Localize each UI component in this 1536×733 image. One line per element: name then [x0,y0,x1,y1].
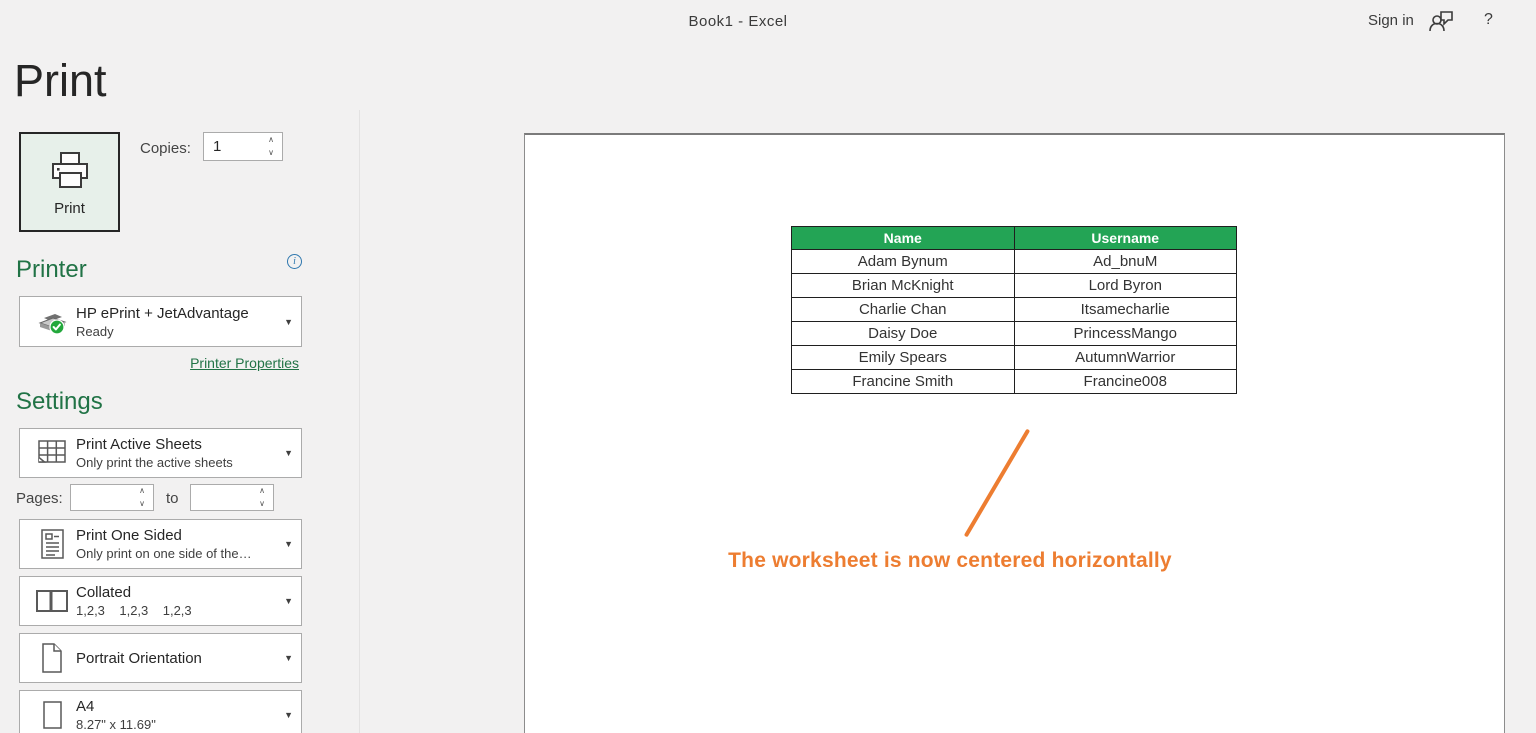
one-sided-page-icon [28,527,76,561]
panel-divider [359,110,360,733]
table-cell: Charlie Chan [792,298,1015,322]
pages-to-up-arrow[interactable]: ∧ [251,485,273,498]
table-cell: PrincessMango [1014,322,1237,346]
copies-up-arrow[interactable]: ∧ [260,133,282,147]
print-what-subtitle: Only print the active sheets [76,455,280,470]
portrait-page-icon [28,641,76,675]
copies-down-arrow[interactable]: ∨ [260,147,282,161]
printer-icon [47,150,93,192]
collation-select[interactable]: Collated 1,2,3 1,2,3 1,2,3 ▼ [19,576,302,626]
table-cell: Ad_bnuM [1014,250,1237,274]
print-what-select[interactable]: Print Active Sheets Only print the activ… [19,428,302,478]
print-preview-page: Name Username Adam BynumAd_bnuMBrian McK… [524,133,1505,733]
table-row: Emily SpearsAutumnWarrior [792,346,1237,370]
duplex-title: Print One Sided [76,527,280,544]
table-cell: Emily Spears [792,346,1015,370]
table-row: Charlie ChanItsamecharlie [792,298,1237,322]
annotation-arrow-line [964,429,1030,538]
table-cell: Francine008 [1014,370,1237,394]
chevron-down-icon: ▼ [280,596,293,606]
chevron-down-icon: ▼ [280,710,293,720]
table-header-row: Name Username [792,227,1237,250]
window-title: Book1 - Excel [0,13,1476,30]
pages-from-input[interactable] [71,485,131,510]
pages-to-stepper[interactable]: ∧ ∨ [190,484,274,511]
orientation-title: Portrait Orientation [76,650,280,667]
chevron-down-icon: ▼ [280,448,293,458]
collation-title: Collated [76,584,280,601]
printer-status: Ready [76,324,280,339]
info-icon[interactable]: i [287,254,302,269]
preview-table: Name Username Adam BynumAd_bnuMBrian McK… [791,226,1237,394]
pages-label: Pages: [16,490,63,507]
chevron-down-icon: ▼ [280,653,293,663]
sign-in-link[interactable]: Sign in [1368,12,1414,29]
sheet-grid-icon [28,438,76,468]
header-name: Name [792,227,1015,250]
table-row: Daisy DoePrincessMango [792,322,1237,346]
printer-device-icon [28,308,76,336]
paper-size-icon [28,699,76,731]
copies-label: Copies: [140,140,191,157]
printer-properties-link[interactable]: Printer Properties [19,355,299,371]
table-cell: Francine Smith [792,370,1015,394]
duplex-select[interactable]: Print One Sided Only print on one side o… [19,519,302,569]
printer-section-heading: Printer [16,256,87,284]
title-bar: Book1 - Excel Sign in ? [0,0,1536,45]
annotation-text: The worksheet is now centered horizontal… [715,549,1185,573]
table-row: Adam BynumAd_bnuM [792,250,1237,274]
collated-book-icon [28,587,76,615]
collation-subtitle: 1,2,3 1,2,3 1,2,3 [76,603,280,618]
printer-name: HP ePrint + JetAdvantage [76,305,280,322]
table-row: Francine SmithFrancine008 [792,370,1237,394]
table-cell: Lord Byron [1014,274,1237,298]
pages-from-stepper[interactable]: ∧ ∨ [70,484,154,511]
paper-size-subtitle: 8.27" x 11.69" [76,717,280,732]
duplex-subtitle: Only print on one side of the… [76,546,280,561]
copies-input[interactable] [204,133,260,160]
table-cell: Brian McKnight [792,274,1015,298]
paper-size-title: A4 [76,698,280,715]
pages-from-down-arrow[interactable]: ∨ [131,498,153,511]
help-icon[interactable]: ? [1484,11,1493,29]
table-cell: Adam Bynum [792,250,1015,274]
pages-from-up-arrow[interactable]: ∧ [131,485,153,498]
table-cell: AutumnWarrior [1014,346,1237,370]
copies-stepper[interactable]: ∧ ∨ [203,132,283,161]
print-button[interactable]: Print [19,132,120,232]
printer-select[interactable]: HP ePrint + JetAdvantage Ready ▼ [19,296,302,347]
print-button-label: Print [54,200,85,217]
table-cell: Daisy Doe [792,322,1015,346]
pages-to-label: to [166,490,179,507]
pages-to-down-arrow[interactable]: ∨ [251,498,273,511]
feedback-person-icon[interactable] [1428,8,1456,34]
pages-to-input[interactable] [191,485,251,510]
orientation-select[interactable]: Portrait Orientation ▼ [19,633,302,683]
preview-table-body: Adam BynumAd_bnuMBrian McKnightLord Byro… [792,250,1237,394]
header-username: Username [1014,227,1237,250]
table-row: Brian McKnightLord Byron [792,274,1237,298]
table-cell: Itsamecharlie [1014,298,1237,322]
chevron-down-icon: ▼ [280,317,293,327]
print-what-title: Print Active Sheets [76,436,280,453]
page-title: Print [14,55,107,107]
chevron-down-icon: ▼ [280,539,293,549]
settings-section-heading: Settings [16,388,103,416]
paper-size-select[interactable]: A4 8.27" x 11.69" ▼ [19,690,302,733]
